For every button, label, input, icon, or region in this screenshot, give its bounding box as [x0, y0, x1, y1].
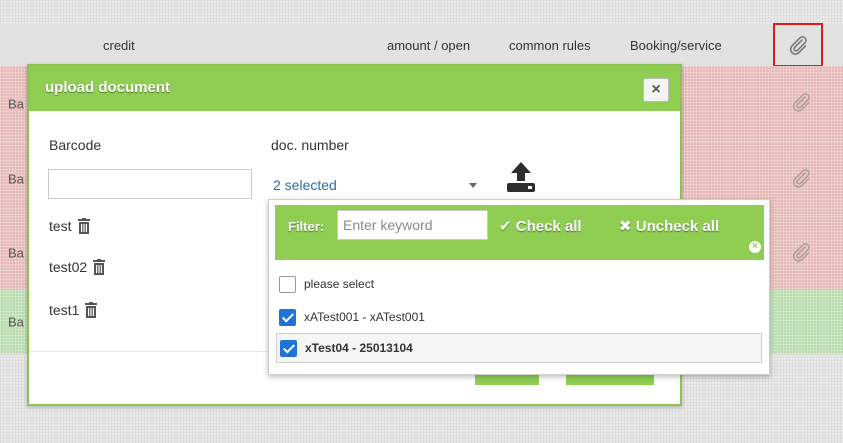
- option-label: xATest001 - xATest001: [304, 310, 425, 324]
- paperclip-icon[interactable]: [790, 167, 812, 189]
- file-item: test1: [49, 302, 98, 318]
- row-label: Ba: [8, 245, 24, 261]
- checkbox[interactable]: [280, 339, 297, 357]
- trash-icon[interactable]: [85, 302, 98, 318]
- file-item: test02: [49, 259, 106, 275]
- dropdown-header: Filter: ✔ Check all ✖ Uncheck all ×: [275, 205, 764, 260]
- dropdown-option[interactable]: xTest04 - 25013104: [276, 333, 762, 363]
- attach-document-button[interactable]: [773, 23, 823, 67]
- checkbox[interactable]: [279, 275, 296, 293]
- row-label: Ba: [8, 96, 24, 112]
- file-name: test1: [49, 302, 80, 318]
- column-header-booking-service: Booking/service: [630, 38, 722, 53]
- row-label: Ba: [8, 171, 24, 187]
- barcode-input[interactable]: [48, 169, 252, 199]
- option-label: xTest04 - 25013104: [305, 341, 413, 355]
- dropdown-option[interactable]: xATest001 - xATest001: [276, 302, 762, 332]
- file-item: test: [49, 218, 90, 234]
- close-button[interactable]: ×: [643, 78, 669, 102]
- barcode-label: Barcode: [49, 137, 102, 153]
- dialog-header: upload document ×: [29, 66, 680, 111]
- doc-number-select-value: 2 selected: [273, 177, 337, 193]
- paperclip-icon: [787, 34, 809, 56]
- check-all-button[interactable]: ✔ Check all: [499, 217, 582, 235]
- file-name: test: [49, 218, 72, 234]
- filter-input[interactable]: [337, 210, 488, 240]
- paperclip-icon[interactable]: [790, 241, 812, 263]
- chevron-down-icon: [469, 183, 477, 188]
- trash-icon[interactable]: [93, 259, 106, 275]
- option-label: please select: [304, 277, 375, 291]
- upload-button[interactable]: [503, 159, 539, 195]
- uncheck-all-button[interactable]: ✖ Uncheck all: [619, 217, 719, 235]
- column-header-common-rules: common rules: [509, 38, 591, 53]
- trash-icon[interactable]: [77, 218, 90, 234]
- dropdown-option[interactable]: please select: [276, 269, 762, 299]
- upload-icon: [503, 159, 539, 195]
- close-circle-icon[interactable]: ×: [749, 241, 761, 253]
- checkbox[interactable]: [279, 308, 296, 326]
- column-header-amount-open: amount / open: [387, 38, 471, 53]
- doc-number-dropdown: Filter: ✔ Check all ✖ Uncheck all × plea…: [268, 199, 770, 375]
- doc-number-label: doc. number: [271, 137, 349, 153]
- row-label: Ba: [8, 314, 24, 330]
- table-header: credit amount / open common rules Bookin…: [0, 24, 843, 66]
- paperclip-icon[interactable]: [790, 91, 812, 113]
- file-name: test02: [49, 259, 88, 275]
- column-header-credit: credit: [103, 38, 135, 53]
- dialog-title: upload document: [45, 79, 170, 96]
- doc-number-select[interactable]: 2 selected: [271, 170, 483, 200]
- filter-label: Filter:: [288, 219, 325, 234]
